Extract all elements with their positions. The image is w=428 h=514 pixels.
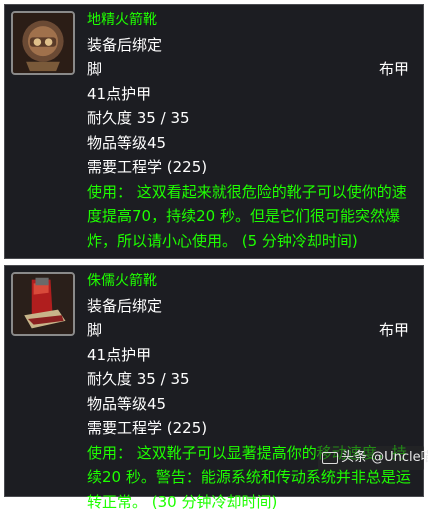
- requirement: 需要工程学 (225): [87, 416, 413, 441]
- item-name: 侏儒火箭靴: [87, 269, 413, 294]
- chat-icon: [322, 452, 338, 464]
- item-level: 物品等级45: [87, 392, 413, 417]
- item-slot: 脚: [87, 60, 102, 78]
- bind-type: 装备后绑定: [87, 294, 413, 319]
- item-level: 物品等级45: [87, 131, 413, 156]
- slot-row: 脚 布甲: [87, 318, 413, 343]
- slot-row: 脚 布甲: [87, 57, 413, 82]
- armor-type: 布甲: [379, 57, 409, 82]
- durability: 耐久度 35 / 35: [87, 106, 413, 131]
- bind-type: 装备后绑定: [87, 33, 413, 58]
- goblin-rocket-boots-icon: [11, 11, 75, 75]
- item-slot: 脚: [87, 321, 102, 339]
- item-tooltip-goblin-rocket-boots: 地精火箭靴 装备后绑定 脚 布甲 41点护甲 耐久度 35 / 35 物品等级4…: [4, 4, 424, 259]
- item-name: 地精火箭靴: [87, 8, 413, 33]
- watermark-text: 头条 @Uncle喵喵: [341, 450, 428, 465]
- gnomish-rocket-boots-icon: [11, 272, 75, 336]
- armor-value: 41点护甲: [87, 343, 413, 368]
- durability: 耐久度 35 / 35: [87, 367, 413, 392]
- use-effect: 使用： 这双看起来就很危险的靴子可以使你的速度提高70，持续20 秒。但是它们很…: [87, 180, 413, 254]
- requirement: 需要工程学 (225): [87, 155, 413, 180]
- armor-value: 41点护甲: [87, 82, 413, 107]
- armor-type: 布甲: [379, 318, 409, 343]
- watermark: 头条 @Uncle喵喵: [318, 446, 424, 470]
